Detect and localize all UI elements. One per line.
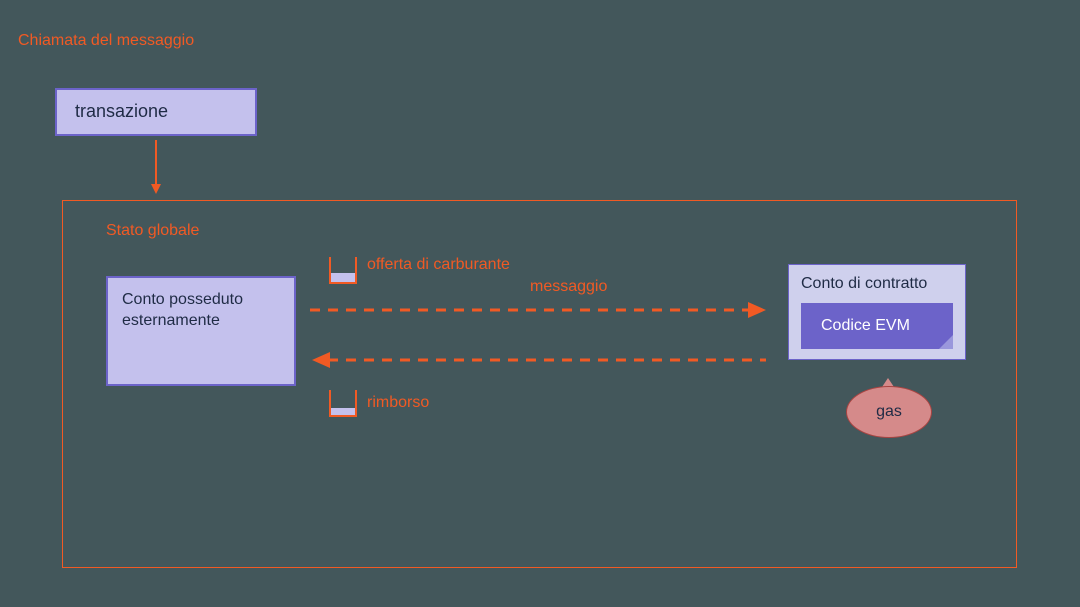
transaction-box: transazione — [55, 88, 257, 136]
contract-account-title: Conto di contratto — [801, 275, 953, 293]
fuel-offer-label: offerta di carburante — [367, 255, 510, 274]
arrow-down-icon — [148, 140, 164, 196]
refund-label: rimborso — [367, 394, 429, 412]
message-label: messaggio — [530, 278, 607, 296]
contract-account-box: Conto di contratto Codice EVM — [788, 264, 966, 360]
diagram-title: Chiamata del messaggio — [18, 32, 194, 50]
arrow-return-left-icon — [310, 350, 768, 370]
external-account-label: Conto posseduto esternamente — [122, 290, 280, 332]
external-account-box: Conto posseduto esternamente — [106, 276, 296, 386]
gas-label: gas — [876, 403, 902, 421]
page-fold-icon — [939, 335, 953, 349]
evm-code-label: Codice EVM — [821, 317, 910, 334]
arrow-message-right-icon — [310, 300, 768, 320]
global-state-label: Stato globale — [106, 222, 199, 240]
gas-ellipse: gas — [846, 386, 932, 438]
evm-code-box: Codice EVM — [801, 303, 953, 349]
refund-bucket-icon — [328, 388, 358, 420]
transaction-label: transazione — [75, 100, 168, 123]
fuel-bucket-icon — [328, 255, 358, 287]
